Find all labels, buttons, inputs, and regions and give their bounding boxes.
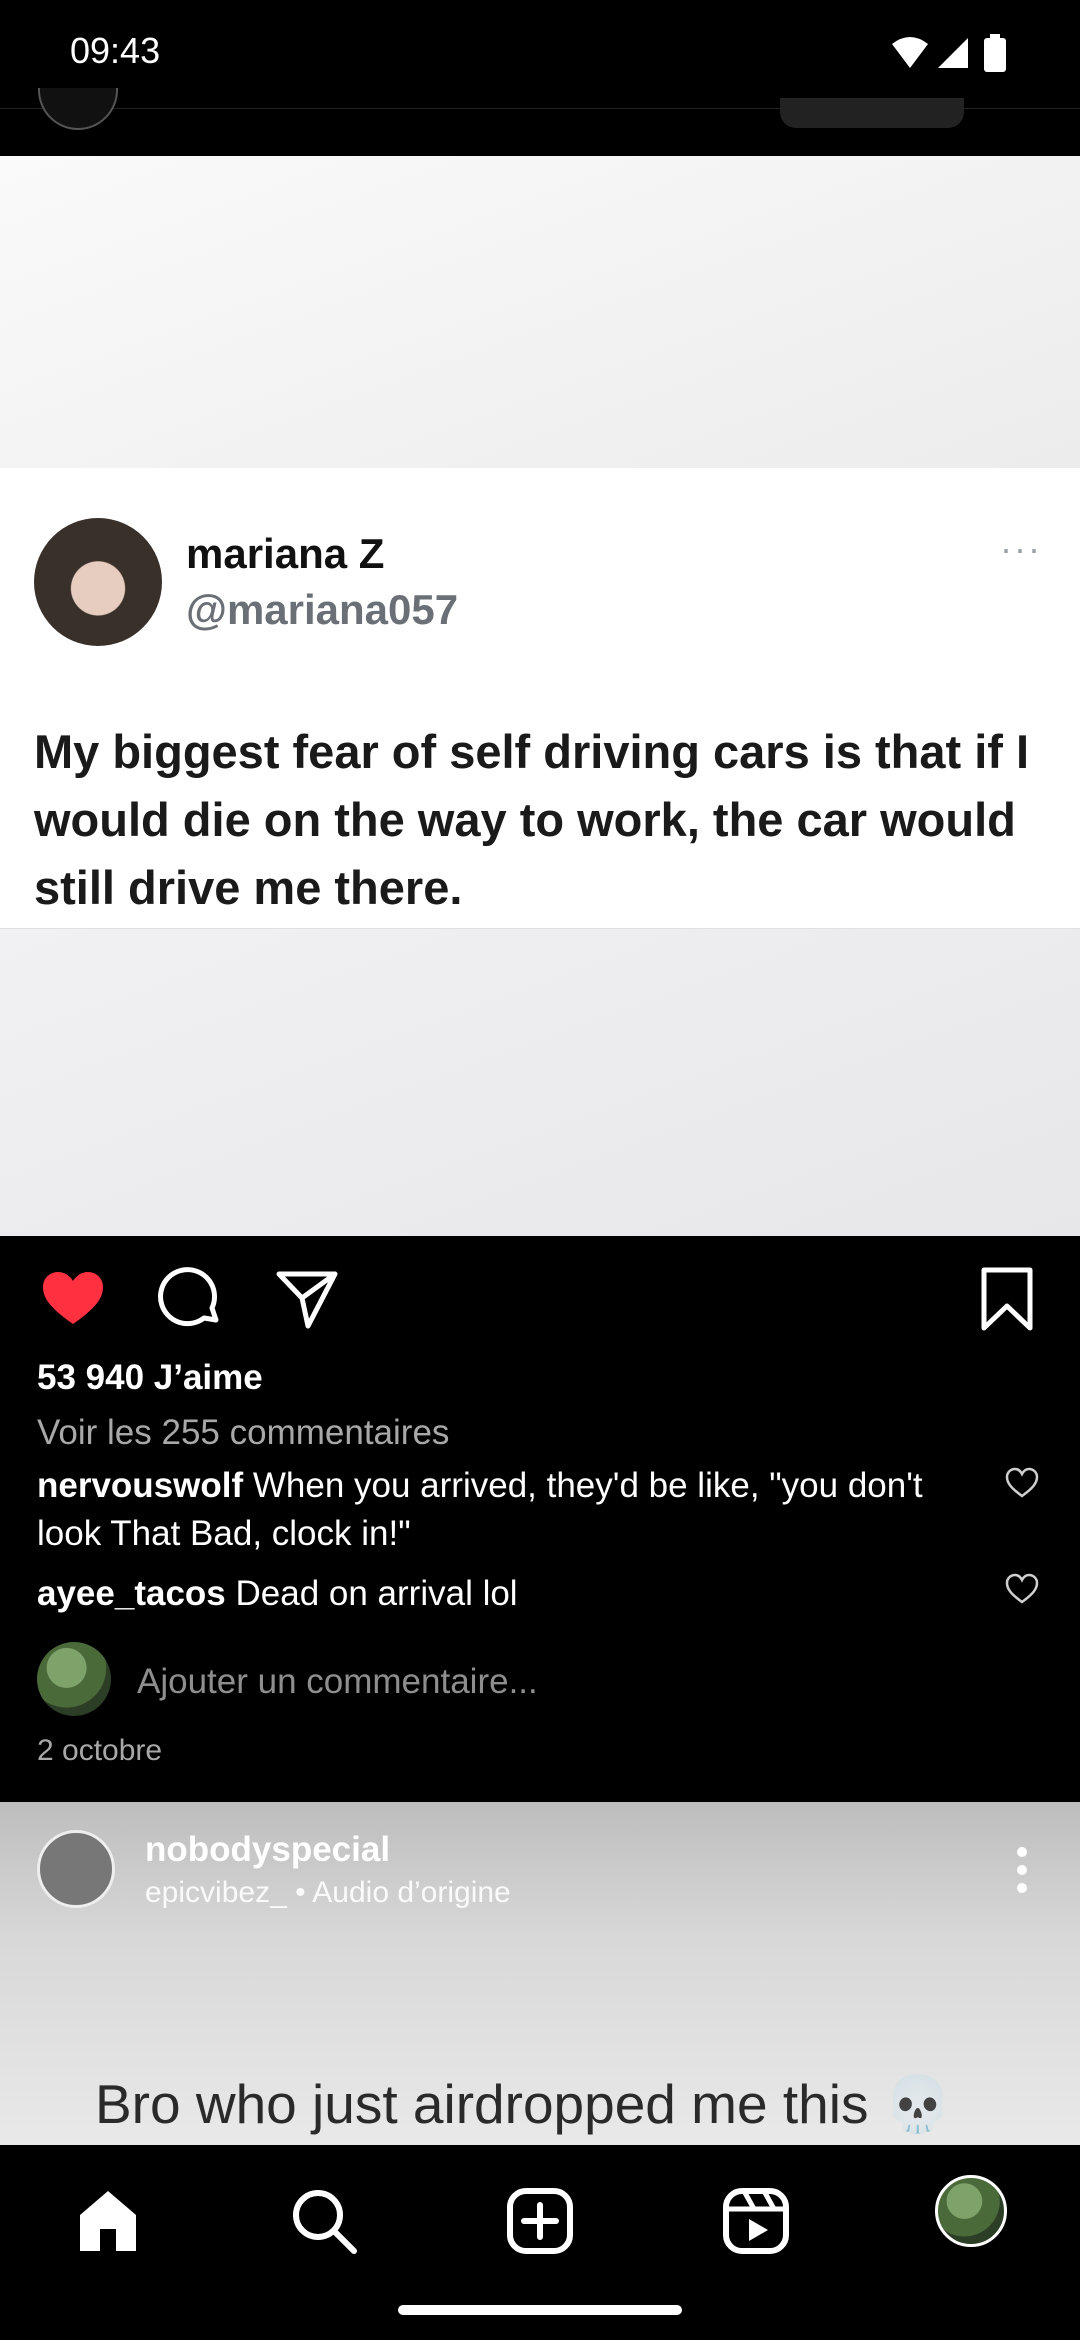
profile-avatar[interactable] — [935, 2175, 1007, 2247]
current-user-avatar — [37, 1642, 111, 1716]
previous-post-button[interactable] — [780, 98, 964, 128]
tweet-avatar — [34, 518, 162, 646]
comment-username[interactable]: nervouswolf — [37, 1466, 243, 1505]
status-time: 09:43 — [70, 30, 161, 71]
create-icon[interactable] — [504, 2185, 576, 2257]
post-image[interactable]: mariana Z @mariana057 ··· My biggest fea… — [0, 156, 1080, 1236]
more-options-icon[interactable] — [1016, 1846, 1028, 1894]
send-icon[interactable] — [274, 1266, 340, 1332]
tweet-more-icon: ··· — [1000, 528, 1042, 569]
post-date: 2 octobre — [37, 1734, 163, 1767]
bookmark-icon[interactable] — [974, 1266, 1040, 1332]
next-post-caption: Bro who just airdropped me this 💀 — [95, 2073, 953, 2135]
likes-count[interactable]: 53 940 J’aime — [37, 1358, 263, 1398]
tweet-text: My biggest fear of self driving cars is … — [34, 725, 1030, 914]
comment-item: nervouswolf When you arrived, they'd be … — [37, 1462, 937, 1558]
heart-filled-icon[interactable] — [40, 1266, 106, 1332]
next-post-audio[interactable]: epicvibez_ • Audio d’origine — [145, 1876, 511, 1910]
next-post-username[interactable]: nobodyspecial — [145, 1830, 390, 1870]
next-post-avatar[interactable] — [37, 1830, 115, 1908]
image-bottom-band — [0, 928, 1080, 1236]
comment-icon[interactable] — [158, 1266, 224, 1332]
battery-icon — [984, 34, 1006, 72]
next-post[interactable]: nobodyspecial epicvibez_ • Audio d’origi… — [0, 1802, 1080, 2145]
comment-text: Dead on arrival lol — [235, 1574, 518, 1613]
comment-like-icon[interactable] — [1005, 1572, 1039, 1606]
search-icon[interactable] — [288, 2185, 360, 2257]
image-top-band — [0, 156, 1080, 468]
tweet-author-handle: @mariana057 — [186, 586, 459, 633]
tweet-author-name: mariana Z — [186, 530, 385, 577]
view-comments-link[interactable]: Voir les 255 commentaires — [37, 1413, 449, 1453]
wifi-icon — [892, 37, 928, 68]
home-icon[interactable] — [72, 2185, 144, 2257]
status-bar: 09:43 — [0, 0, 1080, 108]
home-indicator — [398, 2305, 682, 2315]
reels-icon[interactable] — [720, 2185, 792, 2257]
comment-username[interactable]: ayee_tacos — [37, 1574, 226, 1613]
comment-item: ayee_tacos Dead on arrival lol — [37, 1570, 937, 1618]
comment-like-icon[interactable] — [1005, 1466, 1039, 1500]
signal-icon — [938, 38, 968, 68]
add-comment-input[interactable]: Ajouter un commentaire... — [137, 1662, 538, 1702]
